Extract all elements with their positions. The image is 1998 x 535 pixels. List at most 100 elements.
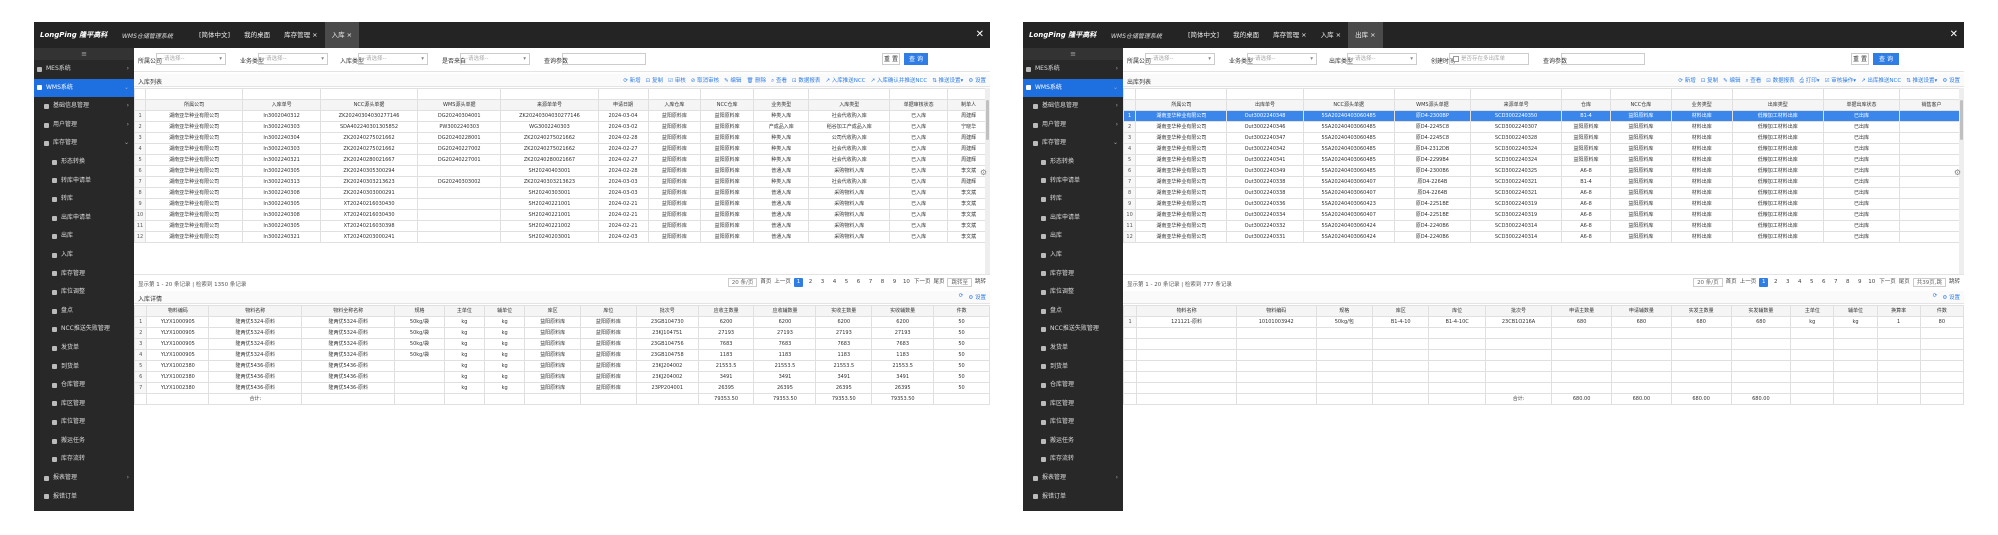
page-button[interactable]: 10 [902,278,911,287]
page-button[interactable]: 4 [1795,278,1804,287]
top-menu-item[interactable]: [简体中文] [192,22,237,48]
sidebar-item[interactable]: 出库 [34,227,134,246]
sidebar-item[interactable]: 形态转换 [34,153,134,172]
sidebar-item[interactable]: 形态转换 [1023,153,1123,172]
column-header[interactable]: 实收辅数量 [871,305,935,317]
column-header[interactable]: 销售客户 [1899,99,1964,111]
filter-cell[interactable] [700,88,754,100]
filter-cell[interactable] [1561,88,1611,100]
table-row[interactable]: 4 湖南亚华种业有限公司 Out3002240342 5SA2024040306048… [1123,143,1964,155]
table-row[interactable]: 1 湖南亚华种业有限公司 In3002040312 ZK202403040302771… [134,110,990,122]
column-header[interactable] [134,305,148,317]
sidebar-item[interactable]: NCC推送失败管理 [1023,320,1123,339]
sidebar-item[interactable]: 库位调整 [1023,283,1123,302]
top-menu-item[interactable]: 我的桌面 [237,22,277,48]
filter-cell[interactable] [1123,88,1137,100]
page-button[interactable]: 下一页 [914,278,931,287]
filter-select[interactable]: --请选择-- ▾ [1145,53,1215,65]
sidebar-item[interactable]: 用户管理 › [34,116,134,135]
filter-cell[interactable] [947,88,990,100]
page-button[interactable]: 1 [1759,278,1769,287]
page-button[interactable]: 8 [878,278,887,287]
toolbar-button[interactable]: ⟳ [959,293,964,301]
column-header[interactable]: 实收主数量 [815,305,873,317]
sidebar-item[interactable]: 库存管理 ⌄ [1023,134,1123,153]
sidebar-item[interactable]: 基础信息管理 › [34,97,134,116]
sidebar-item[interactable]: 库存管理 ⌄ [34,134,134,153]
page-button[interactable]: 跳转至 [947,278,972,287]
column-header[interactable]: 业务类型 [1670,99,1733,111]
page-button[interactable]: 跳转 [1949,278,1960,287]
sidebar-item[interactable]: MES系统 › [1023,60,1123,79]
sidebar-item[interactable]: 库位管理 [1023,413,1123,432]
table-row[interactable]: 3 湖南亚华种业有限公司 Out3002240347 5SA2024040306048… [1123,132,1964,144]
page-button[interactable]: 6 [854,278,863,287]
table-row[interactable]: 9 湖南亚华种业有限公司 Out3002240336 5SA2024040306042… [1123,198,1964,210]
toolbar-button[interactable]: ⊡ 复制 [1701,76,1718,85]
filter-cell[interactable] [1226,88,1304,100]
toolbar-button[interactable]: ⎙ 打印▾ [1800,76,1820,85]
filter-cell[interactable] [1822,88,1901,100]
column-header[interactable]: WMS源头单据 [417,99,502,111]
column-header[interactable]: 规格 [394,305,445,317]
table-row[interactable]: 11 湖南亚华种业有限公司 Out3002240332 5SA202404030604… [1123,220,1964,232]
page-button[interactable]: 8 [1843,278,1852,287]
scrollbar[interactable] [985,88,990,274]
column-header[interactable] [1123,99,1137,111]
filter-cell[interactable] [647,88,702,100]
top-menu-item[interactable]: 我的桌面 [1226,22,1266,48]
toolbar-button[interactable]: ☑ 审核 [668,76,686,85]
query-input[interactable] [1561,53,1645,65]
sidebar-item[interactable]: 转库 [34,190,134,209]
toolbar-button[interactable]: ⚙ 设置 [1942,76,1960,85]
filter-cell[interactable] [752,88,810,100]
column-header[interactable]: 库位 [1428,305,1486,317]
table-row[interactable]: 8 湖南亚华种业有限公司 In3002240308 ZK20240303000291 S… [134,187,990,199]
table-row[interactable]: 8 湖南亚华种业有限公司 Out3002240338 5SA2024040306040… [1123,187,1964,199]
page-button[interactable]: 1 [793,278,803,287]
filter-select[interactable]: --请选择-- ▾ [1347,53,1417,65]
sidebar-item[interactable]: 用户管理 › [1023,116,1123,135]
toolbar-button[interactable]: ⌕ 查看 [1745,76,1761,85]
page-button[interactable]: 7 [866,278,875,287]
table-row[interactable]: 6 湖南亚华种业有限公司 In3002240305 ZK20240305300294 S… [134,165,990,177]
page-button[interactable]: 20 条/页 [1693,278,1723,287]
filter-select[interactable]: 是否存在多出库单 [1449,53,1529,65]
toolbar-button[interactable]: ↗ 出库推送NCC [1861,76,1901,85]
page-button[interactable]: 2 [1771,278,1780,287]
column-header[interactable]: 所属公司 [1135,99,1228,111]
top-menu-item[interactable]: [简体中文] [1181,22,1226,48]
toolbar-button[interactable]: ⌕ 查看 [771,76,787,85]
gear-icon[interactable]: ⚙ [980,168,987,177]
page-button[interactable]: 3 [818,278,827,287]
sidebar-toggle-icon[interactable]: ≡ [34,48,134,60]
table-row[interactable]: 5 湖南亚华种业有限公司 Out3002240341 5SA2024040306048… [1123,154,1964,166]
filter-cell[interactable] [500,88,599,100]
column-header[interactable]: 申请辅数量 [1611,305,1672,317]
filter-select[interactable]: --请选择-- ▾ [156,53,226,65]
filter-cell[interactable] [417,88,502,100]
filter-cell[interactable] [1393,88,1471,100]
column-header[interactable]: 业务类型 [752,99,810,111]
filter-cell[interactable] [1609,88,1672,100]
column-header[interactable]: 入库单号 [242,99,321,111]
table-row[interactable]: 3 湖南亚华种业有限公司 In3002240304 ZK20240275021662 D… [134,132,990,144]
sidebar-item[interactable]: 出库 [1023,227,1123,246]
toolbar-button[interactable]: ⊡ 复制 [646,76,663,85]
toolbar-button[interactable]: ↗ 入库推送NCC [825,76,865,85]
column-header[interactable]: 应收主数量 [697,305,755,317]
toolbar-button[interactable]: ⟳ [1933,293,1938,301]
page-button[interactable]: 4 [830,278,839,287]
column-header[interactable]: 换算率 [1876,305,1921,317]
search-button[interactable]: 查 询 [904,53,928,65]
sidebar-item[interactable]: 到货单 [1023,358,1123,377]
table-row[interactable]: 6 湖南亚华种业有限公司 Out3002240349 5SA2024040306048… [1123,165,1964,177]
sidebar-item[interactable]: 搬运任务 [1023,432,1123,451]
sidebar-item[interactable]: 入库 [1023,246,1123,265]
page-button[interactable]: 20 条/页 [727,278,758,287]
sidebar-item[interactable]: 报错订单 [1023,488,1123,507]
column-header[interactable]: 来源单单号 [500,99,599,111]
column-header[interactable]: NCC仓库 [700,99,754,111]
sidebar-item[interactable]: WMS系统 ⌄ [1023,78,1123,98]
page-button[interactable]: 7 [1831,278,1840,287]
